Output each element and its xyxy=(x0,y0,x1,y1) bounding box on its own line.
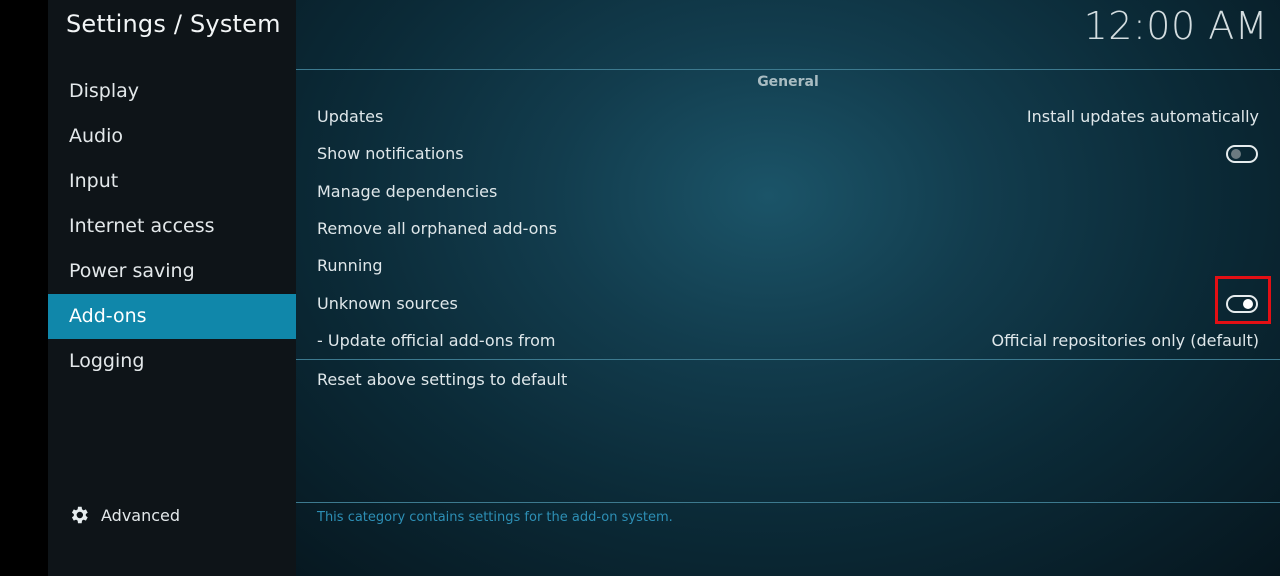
setting-row-running[interactable]: Running xyxy=(296,249,1280,283)
section-divider-top xyxy=(296,69,1280,70)
reset-settings-button[interactable]: Reset above settings to default xyxy=(296,363,1280,397)
toggle-knob xyxy=(1231,149,1241,159)
settings-panel: 12:00 AM General Updates Install updates… xyxy=(296,0,1280,576)
sidebar-item-display[interactable]: Display xyxy=(48,69,296,114)
section-title: General xyxy=(757,74,819,90)
sidebar: Settings / System Display Audio Input In… xyxy=(48,0,296,576)
setting-row-updates[interactable]: Updates Install updates automatically xyxy=(296,100,1280,134)
setting-value: Install updates automatically xyxy=(1026,107,1259,126)
setting-label: Unknown sources xyxy=(317,294,458,313)
show-notifications-toggle[interactable] xyxy=(1226,145,1258,163)
advanced-toggle-button[interactable]: Advanced xyxy=(68,502,180,528)
reset-label: Reset above settings to default xyxy=(317,370,568,389)
unknown-sources-toggle[interactable] xyxy=(1226,295,1258,313)
setting-row-show-notifications[interactable]: Show notifications xyxy=(296,137,1280,171)
sidebar-item-power-saving[interactable]: Power saving xyxy=(48,249,296,294)
page-title: Settings / System xyxy=(66,10,281,38)
setting-row-remove-orphaned-add-ons[interactable]: Remove all orphaned add-ons xyxy=(296,212,1280,246)
setting-label: Updates xyxy=(317,107,384,126)
setting-row-update-official-add-ons-from[interactable]: - Update official add-ons from Official … xyxy=(296,324,1280,358)
settings-divider xyxy=(296,359,1280,360)
setting-label: Show notifications xyxy=(317,144,464,163)
sidebar-item-add-ons[interactable]: Add-ons xyxy=(48,294,296,339)
advanced-label: Advanced xyxy=(101,505,181,525)
sidebar-item-audio[interactable]: Audio xyxy=(48,114,296,159)
setting-label: Running xyxy=(317,256,383,275)
toggle-knob xyxy=(1243,299,1253,309)
setting-label: Manage dependencies xyxy=(317,182,498,201)
sidebar-item-internet-access[interactable]: Internet access xyxy=(48,204,296,249)
category-description: This category contains settings for the … xyxy=(317,510,673,525)
sidebar-nav: Display Audio Input Internet access Powe… xyxy=(48,69,296,384)
sidebar-item-logging[interactable]: Logging xyxy=(48,339,296,384)
description-divider xyxy=(296,502,1280,503)
clock: 12:00 AM xyxy=(1083,4,1268,48)
gear-icon xyxy=(68,504,90,526)
setting-value: Official repositories only (default) xyxy=(991,331,1260,350)
left-edge-strip xyxy=(0,0,48,576)
sidebar-item-input[interactable]: Input xyxy=(48,159,296,204)
setting-row-unknown-sources[interactable]: Unknown sources xyxy=(296,276,1280,324)
setting-row-manage-dependencies[interactable]: Manage dependencies xyxy=(296,175,1280,209)
setting-label: - Update official add-ons from xyxy=(317,331,556,350)
setting-label: Remove all orphaned add-ons xyxy=(317,219,557,238)
